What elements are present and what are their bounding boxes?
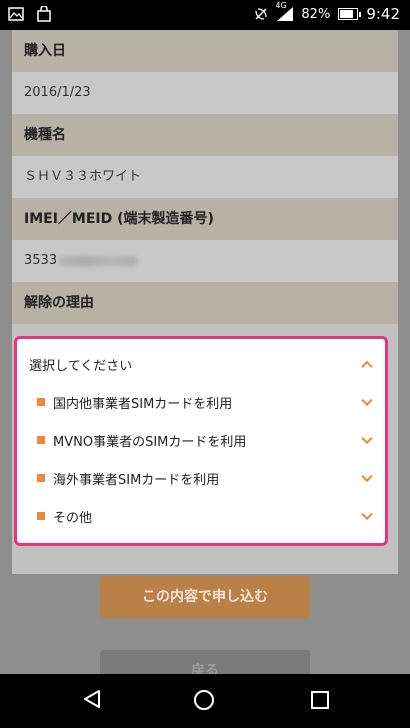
clock: 9:42: [366, 5, 400, 23]
network-type: 4G: [275, 1, 287, 10]
imei-label: IMEI／MEID (端末製造番号): [12, 198, 398, 240]
option-label: MVNO事業者のSIMカードを利用: [53, 434, 247, 450]
model-value: ＳＨＶ３３ホワイト: [12, 156, 398, 198]
back-button[interactable]: 戻る: [100, 650, 310, 674]
chevron-down-icon: [361, 394, 373, 407]
dropdown-option-other[interactable]: その他: [23, 497, 379, 535]
reason-dropdown[interactable]: 選択してください 国内他事業者SIMカードを利用 MVNO事業者のSIMカードを…: [23, 345, 379, 537]
imei-blurred-digits: [59, 255, 138, 266]
signal-icon: 4G: [275, 1, 294, 21]
purchase-date-value: 2016/1/23: [12, 72, 398, 114]
recent-apps-square-icon[interactable]: [311, 691, 329, 709]
option-label: その他: [53, 510, 93, 526]
dropdown-option-mvno-sim[interactable]: MVNO事業者のSIMカードを利用: [23, 421, 379, 459]
bullet-square-icon: [37, 512, 45, 520]
image-notification-icon: [8, 7, 24, 21]
back-triangle-icon[interactable]: [83, 689, 101, 709]
chevron-up-icon: [361, 360, 373, 373]
battery-percent: 82%: [301, 6, 331, 22]
dropdown-placeholder-text: 選択してください: [29, 358, 133, 374]
chevron-down-icon: [361, 470, 373, 483]
chevron-down-icon: [361, 432, 373, 445]
purchase-date-label: 購入日: [12, 30, 398, 72]
bullet-square-icon: [37, 398, 45, 406]
imei-visible-digits: 3533: [24, 253, 58, 268]
nfc-icon: [255, 8, 268, 20]
dropdown-option-overseas-sim[interactable]: 海外事業者SIMカードを利用: [23, 459, 379, 497]
navigation-bar: [0, 674, 410, 728]
shopping-bag-icon: [37, 6, 51, 22]
chevron-down-icon: [361, 508, 373, 521]
reason-label: 解除の理由: [12, 282, 398, 324]
battery-icon: [338, 8, 362, 20]
option-label: 海外事業者SIMカードを利用: [53, 472, 220, 488]
form-content: 購入日 2016/1/23 機種名 ＳＨＶ３３ホワイト IMEI／MEID (端…: [0, 30, 410, 674]
submit-button[interactable]: この内容で申し込む: [100, 576, 310, 618]
home-circle-icon[interactable]: [194, 690, 214, 710]
status-bar: 4G 82% 9:42: [0, 0, 410, 30]
bullet-square-icon: [37, 474, 45, 482]
bullet-square-icon: [37, 436, 45, 444]
reason-dropdown-highlight: 選択してください 国内他事業者SIMカードを利用 MVNO事業者のSIMカードを…: [14, 336, 388, 546]
imei-value: 3533: [12, 240, 398, 282]
dropdown-option-domestic-sim[interactable]: 国内他事業者SIMカードを利用: [23, 383, 379, 421]
model-label: 機種名: [12, 114, 398, 156]
dropdown-placeholder[interactable]: 選択してください: [23, 345, 379, 383]
option-label: 国内他事業者SIMカードを利用: [53, 396, 233, 412]
